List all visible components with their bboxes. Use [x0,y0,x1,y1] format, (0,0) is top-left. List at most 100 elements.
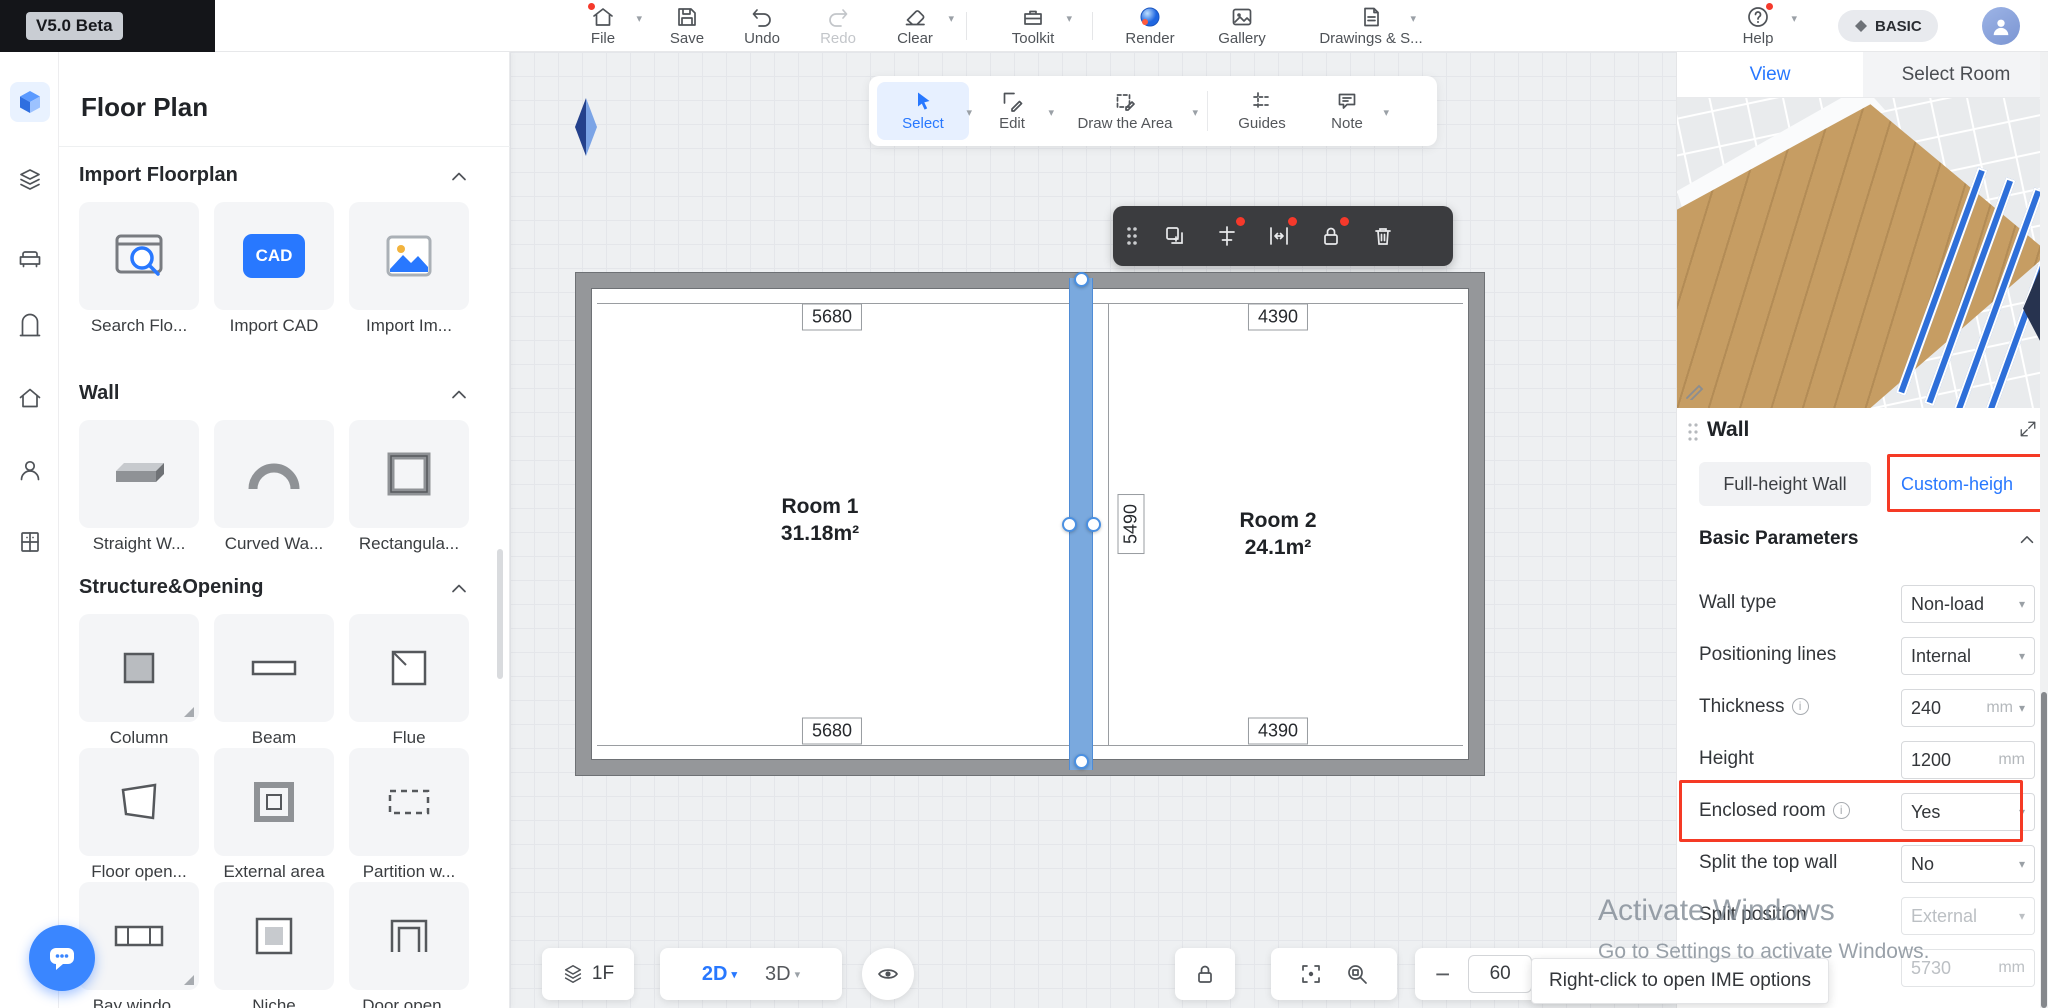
tool-card-curved-wall[interactable]: Curved Wa... [214,420,334,554]
zoom-level[interactable]: 60 [1468,955,1532,993]
wall-handle-top[interactable] [1074,272,1089,287]
tab-select-room[interactable]: Select Room [1863,52,2048,98]
lock-button[interactable] [1305,214,1357,258]
rail-item-floorplan[interactable] [10,82,50,122]
chevron-down-icon: ▾ [2019,649,2025,663]
section-structure-opening[interactable]: Structure&Opening [79,576,263,599]
tool-card-import-cad[interactable]: CAD Import CAD [214,202,334,336]
room-3d-preview[interactable] [1677,98,2048,408]
scrollbar-thumb[interactable] [2041,692,2047,1008]
drag-handle-icon[interactable] [1125,225,1139,247]
rail-item-floors[interactable] [10,160,50,200]
enclosed-room-select[interactable]: Yes ▾ [1901,793,2035,831]
redo-button[interactable]: Redo [801,5,875,47]
tool-guides[interactable]: Guides [1220,82,1304,140]
chevron-up-icon[interactable] [448,166,470,188]
tool-card-external-area[interactable]: External area [214,748,334,882]
page-scrollbar[interactable] [2040,52,2048,1008]
tool-card-partition-wall[interactable]: Partition w... [349,748,469,882]
drawings-button[interactable]: Drawings & S... ▾ [1316,5,1426,47]
avatar[interactable] [1982,7,2020,45]
chat-support-button[interactable] [29,925,95,991]
positioning-lines-select[interactable]: Internal ▾ [1901,637,2035,675]
tool-card-niche[interactable]: Niche [214,882,334,1008]
file-menu-button[interactable]: File ▾ [566,5,640,47]
dimension-label[interactable]: 5680 [802,718,862,745]
tool-card-bay-window[interactable]: Bay windo... [79,882,199,1008]
sketch-pencil-icon[interactable] [1685,380,1705,400]
toolkit-button[interactable]: Toolkit ▾ [996,5,1070,47]
zoom-out-button[interactable]: − [1435,959,1450,990]
tool-card-search-floorplan[interactable]: Search Flo... [79,202,199,336]
dimension-label[interactable]: 4390 [1248,304,1308,331]
duplicate-button[interactable] [1149,214,1201,258]
rail-item-doors[interactable] [10,306,50,346]
left-nav-rail [0,52,59,1008]
tool-card-beam[interactable]: Beam [214,614,334,748]
full-height-wall-button[interactable]: Full-height Wall [1699,462,1871,506]
render-icon [1138,5,1162,29]
distribute-button[interactable] [1253,214,1305,258]
rail-item-profile[interactable] [10,450,50,490]
thickness-input[interactable]: 240 mm ▾ [1901,689,2035,727]
floorplan[interactable]: 5680 4390 5680 4390 5490 Room 1 31.18m² … [575,272,1485,776]
custom-height-wall-button[interactable]: Custom-heigh [1893,462,2048,506]
tool-card-column[interactable]: Column [79,614,199,748]
delete-button[interactable] [1357,214,1409,258]
wall-handle-mid-left[interactable] [1062,517,1077,532]
chevron-up-icon[interactable] [448,384,470,406]
dimension-label[interactable]: 4390 [1248,718,1308,745]
split-top-wall-select[interactable]: No ▾ [1901,845,2035,883]
view-2d-button[interactable]: 2D ▾ [692,963,747,986]
tool-card-flue[interactable]: Flue [349,614,469,748]
tab-view[interactable]: View [1677,52,1863,98]
rooms-interior[interactable] [591,288,1469,760]
left-panel-scrollbar[interactable] [497,549,503,679]
view-3d-button[interactable]: 3D ▾ [755,963,810,986]
canvas[interactable]: Select ▾ Edit ▾ Draw the Area ▾ Guides N… [510,52,1676,1008]
wall-handle-bottom[interactable] [1074,754,1089,769]
app-root: V5.0 Beta File ▾ Save Undo Redo Clear ▾ [0,0,2048,1008]
tool-note[interactable]: Note ▾ [1308,82,1386,140]
section-wall[interactable]: Wall [79,382,119,405]
rail-item-construction[interactable] [10,378,50,418]
tool-card-straight-wall[interactable]: Straight W... [79,420,199,554]
tool-card-label: Column [79,728,199,748]
tool-card-door-opening[interactable]: Door open... [349,882,469,1008]
rail-item-furniture[interactable] [10,238,50,278]
plan-badge[interactable]: BASIC [1838,10,1938,42]
dimension-label[interactable]: 5490 [1118,494,1145,554]
compass-icon[interactable] [575,98,597,156]
chevron-up-icon[interactable] [2017,530,2037,550]
expand-icon[interactable] [2019,420,2037,438]
drag-handle-icon[interactable] [1687,422,1699,442]
tool-select[interactable]: Select ▾ [877,82,969,140]
clear-button[interactable]: Clear ▾ [878,5,952,47]
tool-card-rectangular-wall[interactable]: Rectangula... [349,420,469,554]
save-button[interactable]: Save [650,5,724,47]
rail-item-storage[interactable] [10,522,50,562]
tool-edit[interactable]: Edit ▾ [973,82,1051,140]
dimension-label[interactable]: 5680 [802,304,862,331]
wall-handle-mid-right[interactable] [1086,517,1101,532]
split-position-select[interactable]: External ▾ [1901,897,2035,935]
floor-selector[interactable]: 1F [542,948,634,1000]
wall-type-select[interactable]: Non-load ▾ [1901,585,2035,623]
undo-button[interactable]: Undo [725,5,799,47]
align-button[interactable] [1201,214,1253,258]
chevron-up-icon[interactable] [448,578,470,600]
fit-to-screen-icon[interactable] [1299,962,1323,986]
tool-card-floor-opening[interactable]: Floor open... [79,748,199,882]
render-button[interactable]: Render [1113,5,1187,47]
extra-value-input[interactable]: 5730 mm [1901,949,2035,987]
section-import-floorplan[interactable]: Import Floorplan [79,164,238,187]
tool-card-label: Beam [214,728,334,748]
gallery-button[interactable]: Gallery [1205,5,1279,47]
canvas-lock-button[interactable] [1175,948,1235,1000]
help-button[interactable]: Help ▾ [1721,5,1795,47]
zoom-region-icon[interactable] [1345,962,1369,986]
visibility-button[interactable] [862,948,914,1000]
height-input[interactable]: 1200 mm [1901,741,2035,779]
tool-draw-area[interactable]: Draw the Area ▾ [1055,82,1195,140]
tool-card-import-image[interactable]: Import Im... [349,202,469,336]
